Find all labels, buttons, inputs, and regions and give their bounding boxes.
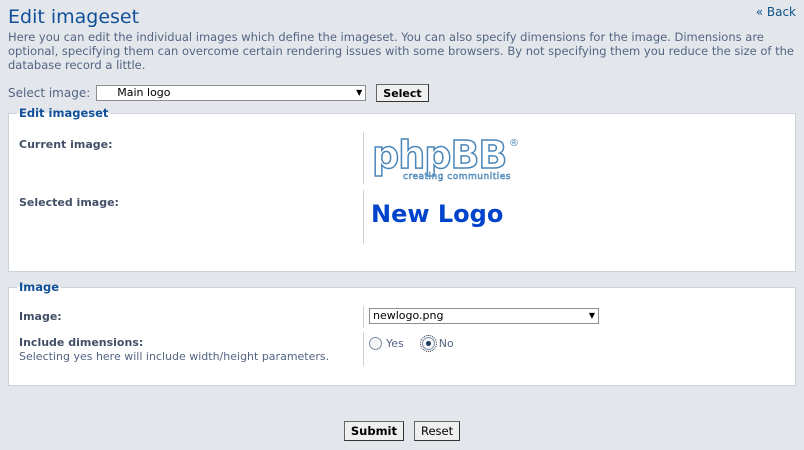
radio-yes[interactable]	[369, 337, 382, 350]
row-divider	[363, 132, 364, 184]
image-file-select[interactable]: newlogo.png ▼	[369, 308, 599, 324]
image-picker-select[interactable]: Main logo ▼	[96, 85, 367, 101]
phpbb-logo-icon: phpBB ® creating communities	[371, 132, 519, 182]
current-image-row: Current image: phpBB ® creating communit…	[9, 132, 795, 194]
back-link[interactable]: « Back	[756, 5, 796, 19]
image-file-value: newlogo.png	[373, 309, 444, 322]
edit-imageset-fieldset: Edit imageset Current image: phpBB ® cre…	[8, 106, 796, 272]
image-picker-row: Select image: Main logo ▼ Select	[8, 82, 796, 104]
image-file-label: Image:	[19, 310, 62, 323]
current-image-label: Current image:	[19, 138, 113, 151]
image-fieldset: Image Image: newlogo.png ▼ Include dimen…	[8, 280, 796, 386]
submit-button[interactable]: Submit	[343, 421, 404, 441]
selected-image-preview: New Logo	[371, 200, 504, 228]
include-dimensions-row: Include dimensions: Selecting yes here w…	[9, 332, 795, 368]
image-legend: Image	[19, 280, 60, 294]
edit-imageset-legend: Edit imageset	[19, 106, 109, 120]
form-actions: Submit Reset	[0, 421, 804, 441]
image-picker-value: Main logo	[117, 86, 171, 99]
include-dimensions-label: Include dimensions:	[19, 336, 144, 349]
reset-button[interactable]: Reset	[414, 421, 461, 441]
current-logo-image: phpBB ® creating communities	[371, 132, 521, 185]
radio-no[interactable]	[419, 335, 437, 352]
row-divider	[363, 306, 364, 328]
page-title: Edit imageset	[8, 6, 140, 28]
logo-registered-mark: ®	[509, 138, 519, 149]
logo-tagline: creating communities	[403, 172, 511, 182]
selected-image-label: Selected image:	[19, 196, 119, 209]
row-divider	[363, 190, 364, 244]
image-file-row: Image: newlogo.png ▼	[9, 306, 795, 328]
radio-yes-label: Yes	[386, 337, 404, 350]
chevron-down-icon: ▼	[356, 88, 363, 97]
select-button[interactable]: Select	[376, 84, 429, 102]
chevron-down-icon: ▼	[588, 311, 595, 320]
image-picker-label: Select image:	[8, 86, 91, 100]
selected-image-row: Selected image: New Logo	[9, 190, 795, 250]
logo-text: phpBB	[372, 134, 506, 177]
radio-no-label: No	[438, 337, 454, 350]
row-divider	[363, 332, 364, 366]
include-dimensions-hint: Selecting yes here will include width/he…	[19, 350, 330, 363]
page: « Back Edit imageset Here you can edit t…	[0, 0, 804, 450]
page-intro: Here you can edit the individual images …	[8, 30, 794, 72]
include-dimensions-options: Yes No	[369, 335, 454, 352]
